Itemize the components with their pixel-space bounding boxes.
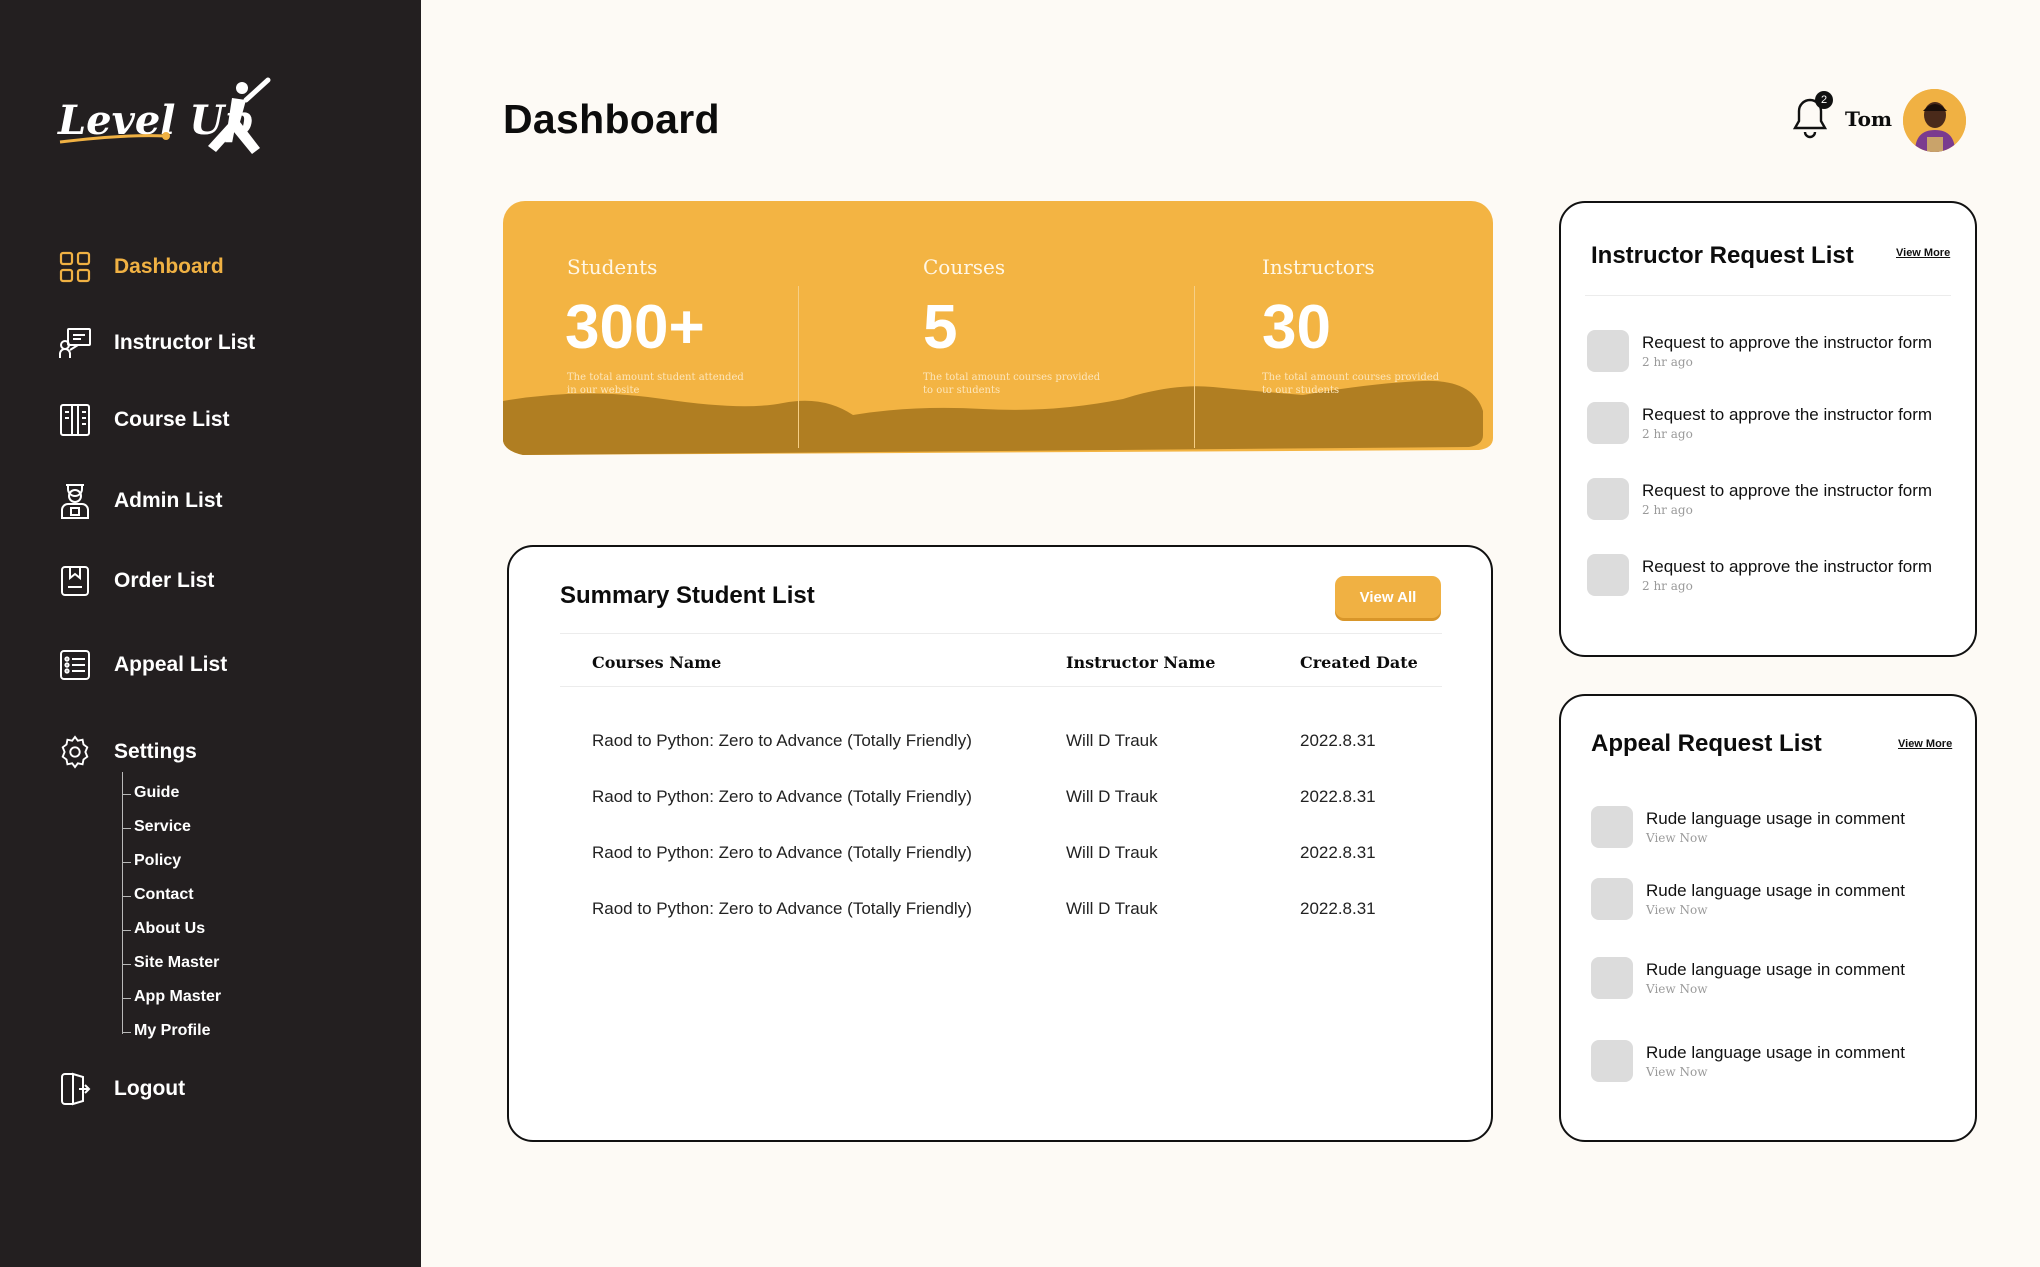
appeal-title: Rude language usage in comment [1646, 960, 1905, 979]
cell-course: Raod to Python: Zero to Advance (Totally… [592, 787, 972, 806]
page-title: Dashboard [503, 96, 720, 142]
appeal-request-title: Appeal Request List [1591, 730, 1822, 757]
request-time: 2 hr ago [1642, 579, 1693, 593]
sidebar-item-label: Settings [114, 740, 197, 763]
sidebar-item-course-list[interactable]: Course List [58, 400, 230, 440]
request-title: Request to approve the instructor form [1642, 333, 1933, 352]
instructor-view-more-link[interactable]: View More [1896, 247, 1950, 259]
card-divider [1585, 295, 1951, 296]
stat-label-courses: Courses [923, 255, 1006, 279]
sidebar-item-instructor-list[interactable]: Instructor List [58, 323, 255, 363]
request-thumbnail [1587, 554, 1629, 596]
settings-tree-line [122, 772, 123, 1034]
admin-user-icon [58, 484, 92, 519]
cell-date: 2022.8.31 [1300, 899, 1376, 918]
user-name: Tom [1845, 107, 1893, 131]
table-divider [560, 686, 1442, 687]
appeal-thumbnail [1591, 878, 1633, 920]
instructor-board-icon [58, 326, 92, 360]
col-header-course: Courses Name [592, 653, 722, 672]
settings-sub-site-master[interactable]: Site Master [122, 954, 219, 972]
summary-title: Summary Student List [560, 582, 815, 609]
stat-label-instructors: Instructors [1262, 255, 1375, 279]
appeal-view-more-link[interactable]: View More [1898, 738, 1952, 750]
col-header-instructor: Instructor Name [1066, 653, 1216, 672]
logout-button[interactable]: Logout [58, 1069, 185, 1109]
notification-badge: 2 [1815, 91, 1833, 109]
cell-date: 2022.8.31 [1300, 787, 1376, 806]
sidebar-item-appeal-list[interactable]: Appeal List [58, 645, 227, 685]
appeal-thumbnail [1591, 806, 1633, 848]
request-title: Request to approve the instructor form [1642, 481, 1933, 500]
stat-divider [1194, 286, 1195, 448]
cell-instructor: Will D Trauk [1066, 843, 1158, 862]
course-book-icon [58, 403, 92, 437]
cell-instructor: Will D Trauk [1066, 787, 1158, 806]
sidebar-item-label: Order List [114, 569, 215, 592]
appeal-title: Rude language usage in comment [1646, 881, 1905, 900]
cell-instructor: Will D Trauk [1066, 899, 1158, 918]
appeal-view-now-link[interactable]: View Now [1646, 831, 1707, 845]
stat-divider [798, 286, 799, 448]
level-up-logo[interactable]: Level Up [56, 76, 286, 166]
request-thumbnail [1587, 402, 1629, 444]
stat-value-instructors: 30 [1262, 293, 1331, 362]
table-divider [560, 633, 1442, 634]
sidebar-item-label: Appeal List [114, 653, 228, 676]
gear-icon [58, 735, 92, 769]
sidebar-item-label: Course List [114, 408, 230, 431]
stat-desc-instructors: The total amount courses provided to our… [1262, 372, 1440, 396]
appeal-title: Rude language usage in comment [1646, 809, 1905, 828]
sidebar-item-label: Instructor List [114, 331, 256, 354]
logout-label: Logout [114, 1077, 186, 1100]
stat-value-courses: 5 [923, 293, 958, 362]
request-thumbnail [1587, 330, 1629, 372]
request-time: 2 hr ago [1642, 355, 1693, 369]
sidebar: Level Up Dashboard Instructor List Cours… [0, 0, 421, 1267]
order-bookmark-icon [58, 564, 92, 598]
stat-label-students: Students [567, 255, 658, 279]
request-title: Request to approve the instructor form [1642, 557, 1933, 576]
stat-value-students: 300+ [565, 293, 705, 362]
settings-sub-policy[interactable]: Policy [122, 852, 181, 870]
appeal-thumbnail [1591, 957, 1633, 999]
settings-sub-service[interactable]: Service [123, 818, 191, 836]
request-title: Request to approve the instructor form [1642, 405, 1933, 424]
logout-door-icon [58, 1072, 92, 1106]
sidebar-item-admin-list[interactable]: Admin List [58, 481, 223, 521]
cell-course: Raod to Python: Zero to Advance (Totally… [592, 843, 972, 862]
appeal-view-now-link[interactable]: View Now [1646, 903, 1707, 917]
sidebar-item-settings[interactable]: Settings [58, 732, 197, 772]
settings-sub-contact[interactable]: Contact [123, 886, 194, 904]
settings-sub-guide[interactable]: Guide [122, 784, 179, 802]
settings-sub-my-profile[interactable]: My Profile [122, 1022, 210, 1040]
col-header-date: Created Date [1300, 653, 1418, 672]
sidebar-item-dashboard[interactable]: Dashboard [58, 247, 224, 287]
settings-sub-app-master[interactable]: App Master [122, 988, 221, 1006]
dashboard-grid-icon [58, 250, 92, 284]
request-time: 2 hr ago [1642, 427, 1693, 441]
instructor-request-title: Instructor Request List [1591, 242, 1854, 269]
settings-sub-about-us[interactable]: About Us [122, 920, 205, 938]
sidebar-item-label: Admin List [114, 489, 223, 512]
view-all-button[interactable]: View All [1335, 576, 1441, 618]
cell-instructor: Will D Trauk [1066, 731, 1158, 750]
stat-desc-courses: The total amount courses provided to our… [923, 372, 1101, 396]
avatar[interactable] [1903, 89, 1966, 152]
sidebar-item-label: Dashboard [114, 255, 224, 278]
appeal-view-now-link[interactable]: View Now [1646, 1065, 1707, 1079]
appeal-view-now-link[interactable]: View Now [1646, 982, 1707, 996]
cell-course: Raod to Python: Zero to Advance (Totally… [592, 731, 972, 750]
stat-desc-students: The total amount student attended in our… [567, 372, 744, 396]
request-time: 2 hr ago [1642, 503, 1693, 517]
appeal-thumbnail [1591, 1040, 1633, 1082]
cell-date: 2022.8.31 [1300, 843, 1376, 862]
appeal-title: Rude language usage in comment [1646, 1043, 1905, 1062]
sidebar-item-order-list[interactable]: Order List [58, 561, 214, 601]
cell-date: 2022.8.31 [1300, 731, 1376, 750]
appeal-list-icon [58, 648, 92, 682]
request-thumbnail [1587, 478, 1629, 520]
cell-course: Raod to Python: Zero to Advance (Totally… [592, 899, 972, 918]
